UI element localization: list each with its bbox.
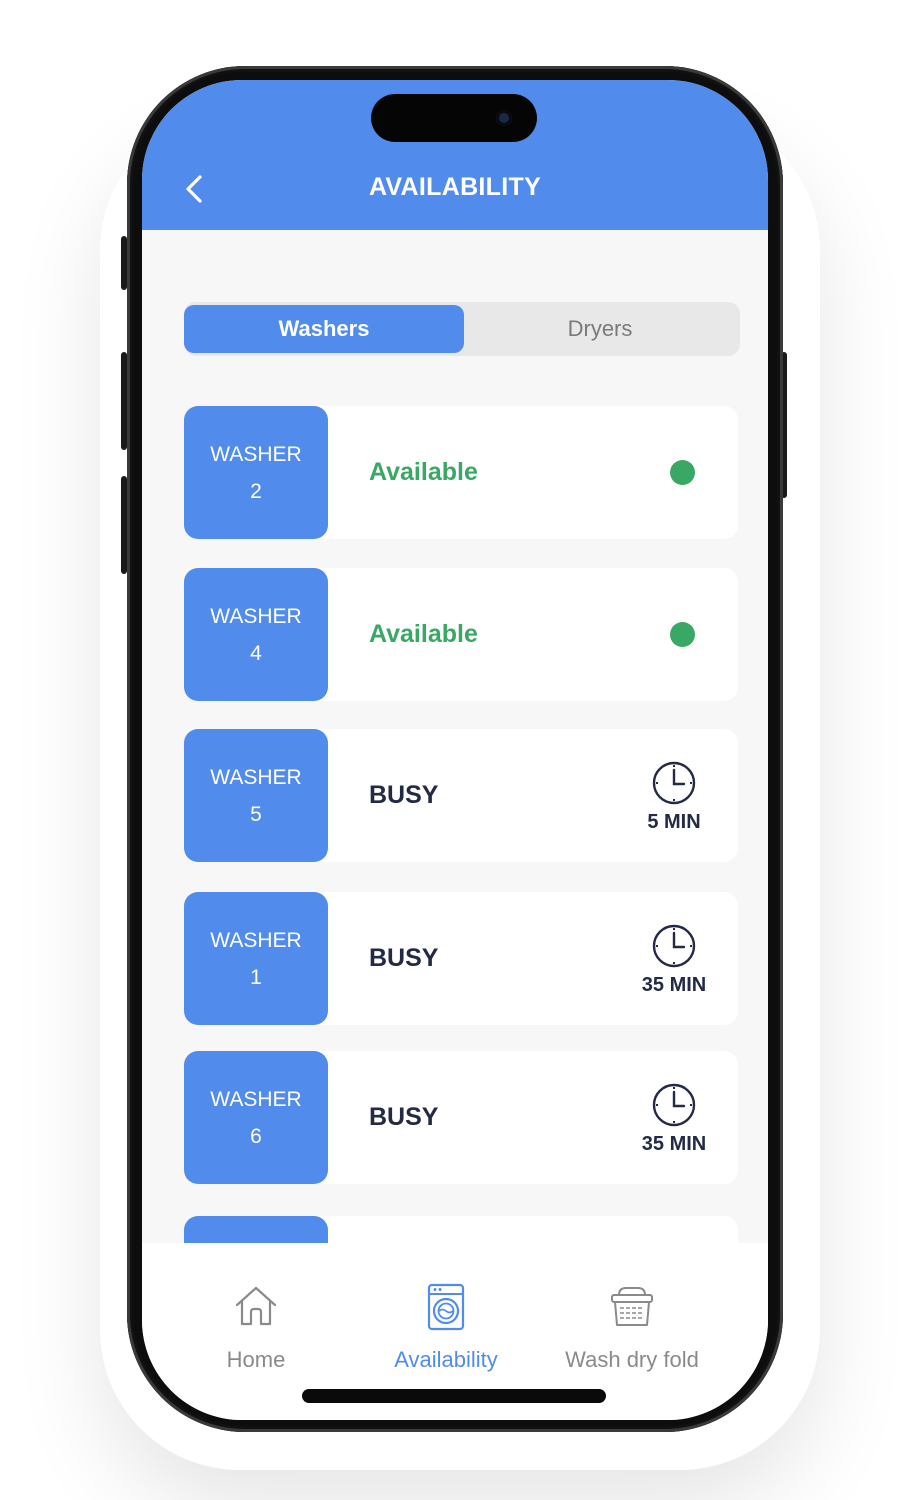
- machine-status: BUSY: [369, 781, 439, 809]
- machine-number: 5: [250, 802, 262, 826]
- machine-type-toggle: Dryers Washers: [184, 302, 740, 356]
- tab-wash-dry-fold-label: Wash dry fold: [565, 1347, 699, 1372]
- machine-label: WASHER 1: [184, 892, 328, 1025]
- tab-washers[interactable]: Washers: [184, 305, 464, 353]
- clock-icon: [652, 1083, 696, 1127]
- machine-number: 1: [250, 965, 262, 989]
- tab-availability-label: Availability: [394, 1347, 498, 1372]
- machine-name: WASHER: [210, 442, 302, 466]
- app-header: AVAILABILITY: [142, 80, 768, 230]
- washing-machine-icon: [427, 1283, 465, 1331]
- machine-status: Available: [369, 620, 478, 648]
- machine-name: WASHER: [210, 1087, 302, 1111]
- remaining-time: 35 MIN: [624, 922, 724, 997]
- tab-home-label: Home: [226, 1347, 286, 1372]
- camera-icon: [496, 110, 512, 126]
- machine-name: WASHER: [210, 765, 302, 789]
- time-remaining-label: 5 MIN: [647, 811, 701, 833]
- dynamic-island: [371, 94, 537, 142]
- machine-card[interactable]: WASHER 6 BUSY 35 MIN: [184, 1051, 738, 1184]
- page-title: AVAILABILITY: [368, 173, 542, 201]
- machine-name: WASHER: [210, 604, 302, 628]
- clock-icon: [652, 761, 696, 805]
- machine-status: Available: [369, 458, 478, 486]
- machine-status: BUSY: [369, 944, 439, 972]
- time-remaining-label: 35 MIN: [641, 974, 707, 996]
- time-remaining-label: 35 MIN: [641, 1133, 707, 1155]
- home-indicator[interactable]: [302, 1389, 606, 1403]
- machine-number: 2: [250, 479, 262, 503]
- remaining-time: 5 MIN: [624, 759, 724, 834]
- tab-dryers[interactable]: Dryers: [460, 305, 740, 353]
- machine-label: WASHER 4: [184, 568, 328, 701]
- machine-number: 6: [250, 1124, 262, 1148]
- available-dot-icon: [670, 460, 695, 485]
- stage: AVAILABILITY Dryers Washers WASHER 2 Ava…: [0, 0, 908, 1500]
- machine-label: WASHER 6: [184, 1051, 328, 1184]
- machine-status: BUSY: [369, 1103, 439, 1131]
- remaining-time: 35 MIN: [624, 1081, 724, 1156]
- machine-label: WASHER 2: [184, 406, 328, 539]
- screen: AVAILABILITY Dryers Washers WASHER 2 Ava…: [142, 80, 768, 1420]
- machine-card[interactable]: WASHER 1 BUSY 35 MIN: [184, 892, 738, 1025]
- available-dot-icon: [670, 622, 695, 647]
- machine-card[interactable]: WASHER 5 BUSY 5 MIN: [184, 729, 738, 862]
- clock-icon: [652, 924, 696, 968]
- home-icon: [235, 1286, 277, 1326]
- machine-number: 4: [250, 641, 262, 665]
- machine-card[interactable]: WASHER 2 Available: [184, 406, 738, 539]
- machine-card[interactable]: WASHER 4 Available: [184, 568, 738, 701]
- machine-name: WASHER: [210, 928, 302, 952]
- machine-label: WASHER 5: [184, 729, 328, 862]
- laundry-basket-icon: [611, 1287, 653, 1326]
